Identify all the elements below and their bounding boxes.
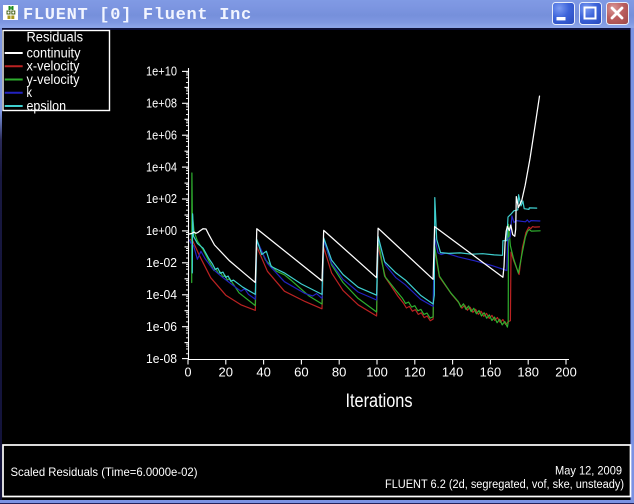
- svg-text:160: 160: [480, 366, 502, 380]
- svg-text:1e+10: 1e+10: [146, 65, 177, 79]
- svg-text:200: 200: [555, 366, 577, 380]
- svg-text:Iterations: Iterations: [346, 391, 413, 412]
- svg-text:Residuals: Residuals: [27, 30, 84, 45]
- svg-text:1e-04: 1e-04: [146, 288, 177, 302]
- svg-text:May 12, 2009: May 12, 2009: [555, 464, 622, 478]
- svg-text:1e+00: 1e+00: [146, 224, 177, 238]
- svg-text:1e-08: 1e-08: [146, 352, 177, 366]
- svg-text:FLUENT 6.2 (2d, segregated, vo: FLUENT 6.2 (2d, segregated, vof, ske, un…: [385, 479, 624, 491]
- svg-text:Scaled Residuals (Time=6.0000: Scaled Residuals (Time=6.0000e-02): [11, 465, 198, 479]
- svg-text:80: 80: [332, 366, 347, 380]
- svg-text:120: 120: [404, 366, 426, 380]
- svg-text:60: 60: [294, 366, 309, 380]
- svg-text:y-velocity: y-velocity: [27, 72, 80, 87]
- svg-text:180: 180: [517, 366, 539, 380]
- svg-text:100: 100: [366, 366, 388, 380]
- svg-text:20: 20: [219, 366, 234, 380]
- svg-text:1e-06: 1e-06: [146, 320, 177, 334]
- svg-text:40: 40: [256, 366, 271, 380]
- svg-text:0: 0: [185, 366, 192, 380]
- svg-text:1e-02: 1e-02: [146, 256, 177, 270]
- svg-text:1e+04: 1e+04: [146, 160, 177, 174]
- svg-text:1e+06: 1e+06: [146, 128, 177, 142]
- svg-text:1e+02: 1e+02: [146, 192, 177, 206]
- svg-text:epsilon: epsilon: [27, 98, 67, 113]
- svg-text:1e+08: 1e+08: [146, 97, 177, 111]
- svg-text:140: 140: [442, 366, 464, 380]
